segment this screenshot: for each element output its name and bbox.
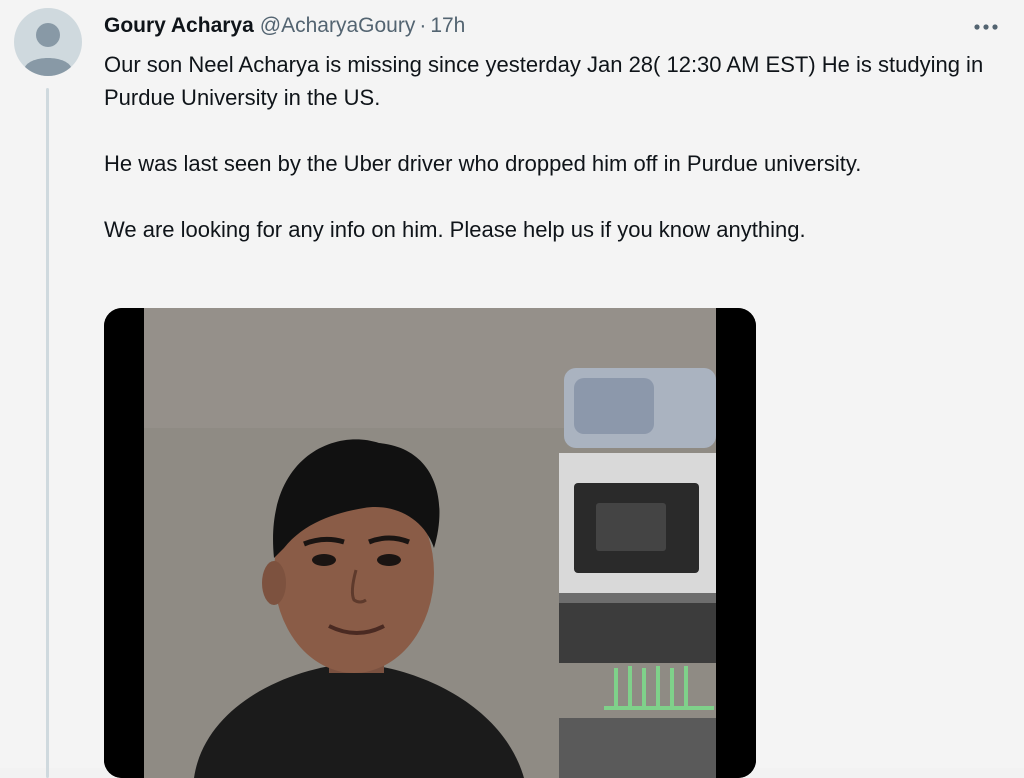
- tweet-paragraph: We are looking for any info on him. Plea…: [104, 217, 806, 242]
- timestamp[interactable]: 17h: [430, 14, 465, 38]
- tweet-paragraph: Our son Neel Acharya is missing since ye…: [104, 52, 984, 110]
- avatar-column: [14, 8, 82, 778]
- default-profile-icon: [24, 23, 72, 76]
- tweet-text: Our son Neel Acharya is missing since ye…: [104, 48, 984, 246]
- author-handle[interactable]: @AcharyaGoury: [260, 14, 416, 38]
- thread-line: [46, 88, 49, 778]
- tweet[interactable]: Goury Acharya @AcharyaGoury · 17h Our so…: [0, 0, 1024, 778]
- avatar[interactable]: [14, 8, 82, 76]
- more-options-button[interactable]: [968, 16, 1004, 38]
- tweet-photo[interactable]: [104, 308, 756, 778]
- photo-illustration: [104, 308, 756, 778]
- tweet-content: Goury Acharya @AcharyaGoury · 17h Our so…: [104, 8, 1004, 246]
- tweet-paragraph: He was last seen by the Uber driver who …: [104, 151, 862, 176]
- author-name[interactable]: Goury Acharya: [104, 14, 254, 38]
- more-options-icon: [974, 24, 998, 30]
- separator-dot: ·: [419, 14, 427, 37]
- tweet-header: Goury Acharya @AcharyaGoury · 17h: [104, 8, 1004, 44]
